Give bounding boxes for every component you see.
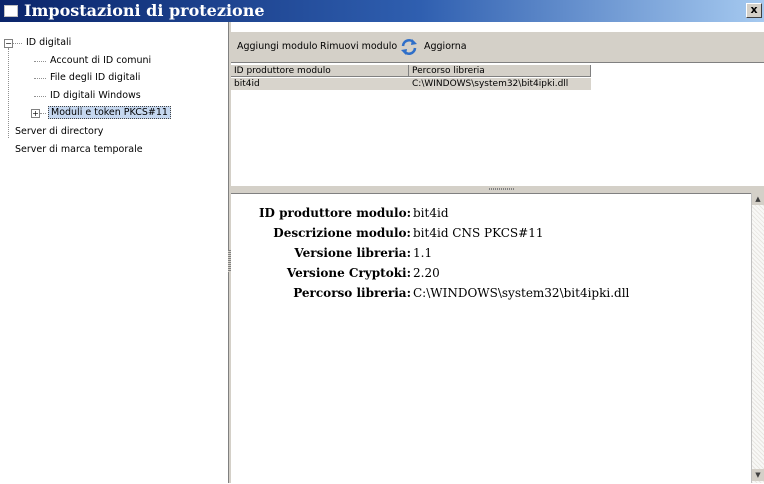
table-cell-path: C:\WINDOWS\system32\bit4ipki.dll xyxy=(412,79,569,89)
tree-item-label: Account di ID comuni xyxy=(50,55,152,66)
table-cell-id: bit4id xyxy=(234,79,260,89)
tree-item-label: File degli ID digitali xyxy=(50,72,141,83)
splitter-grip-icon[interactable] xyxy=(489,188,515,190)
refresh-button[interactable]: Aggiorna xyxy=(424,41,467,52)
detail-value: bit4id CNS PKCS#11 xyxy=(413,226,544,240)
tree-item-label: Moduli e token PKCS#11 xyxy=(48,106,171,119)
refresh-icon[interactable] xyxy=(400,38,418,56)
tree-item-account-di-id-comuni[interactable]: Account di ID comuni xyxy=(48,55,153,66)
detail-value: 2.20 xyxy=(413,266,440,280)
detail-value: 1.1 xyxy=(413,246,433,260)
scroll-down-icon[interactable]: ▼ xyxy=(752,469,764,481)
tree-item-label: Server di marca temporale xyxy=(15,144,143,155)
detail-label: Versione Cryptoki: xyxy=(286,266,411,280)
column-header-percorso-libreria[interactable]: Percorso libreria xyxy=(409,65,591,77)
tree-item-label: ID digitali Windows xyxy=(50,90,141,101)
detail-value: C:\WINDOWS\system32\bit4ipki.dll xyxy=(413,286,630,300)
details-scrollbar[interactable]: ▲ ▼ xyxy=(751,193,764,483)
tree-connector xyxy=(34,61,46,62)
tree-connector xyxy=(13,43,22,44)
tree-item-label: Server di directory xyxy=(15,126,104,137)
table-row[interactable]: bit4id C:\WINDOWS\system32\bit4ipki.dll xyxy=(231,78,591,90)
detail-label: ID produttore modulo: xyxy=(258,206,411,220)
remove-module-button[interactable]: Rimuovi modulo xyxy=(320,41,397,52)
tree-connector xyxy=(34,96,46,97)
title-bar: Impostazioni di protezione x xyxy=(0,0,764,22)
tree-item-server-di-directory[interactable]: Server di directory xyxy=(13,126,105,137)
tree-connector xyxy=(34,78,46,79)
column-header-id-produttore[interactable]: ID produttore modulo xyxy=(231,65,409,77)
tree-item-id-digitali-windows[interactable]: ID digitali Windows xyxy=(48,90,143,101)
detail-value: bit4id xyxy=(413,206,449,220)
tree-item-moduli-e-token-pkcs11[interactable]: Moduli e token PKCS#11 xyxy=(48,106,171,119)
window-icon xyxy=(4,5,18,17)
tree-item-id-digitali[interactable]: ID digitali xyxy=(24,37,73,48)
tree-item-label: ID digitali xyxy=(26,37,72,48)
collapse-icon[interactable]: − xyxy=(4,39,13,48)
add-module-button[interactable]: Aggiungi modulo xyxy=(237,41,318,52)
window-title: Impostazioni di protezione xyxy=(24,1,265,20)
detail-label: Descrizione modulo: xyxy=(273,226,411,240)
scroll-up-icon[interactable]: ▲ xyxy=(752,193,764,205)
module-details: ID produttore modulo: bit4id Descrizione… xyxy=(231,193,751,484)
settings-tree: − ID digitali Account di ID comuni File … xyxy=(0,22,228,483)
tree-connector xyxy=(8,48,9,138)
expand-icon[interactable]: + xyxy=(31,109,40,118)
tree-connector xyxy=(40,113,46,114)
toolbar: Aggiungi modulo Rimuovi modulo Aggiorna xyxy=(231,32,764,62)
detail-label: Versione libreria: xyxy=(294,246,411,260)
detail-label: Percorso libreria: xyxy=(293,286,411,300)
tree-item-file-degli-id-digitali[interactable]: File degli ID digitali xyxy=(48,72,142,83)
module-table: ID produttore modulo Percorso libreria b… xyxy=(231,62,764,188)
tree-item-server-di-marca-temporale[interactable]: Server di marca temporale xyxy=(13,144,145,155)
close-button[interactable]: x xyxy=(746,3,762,18)
